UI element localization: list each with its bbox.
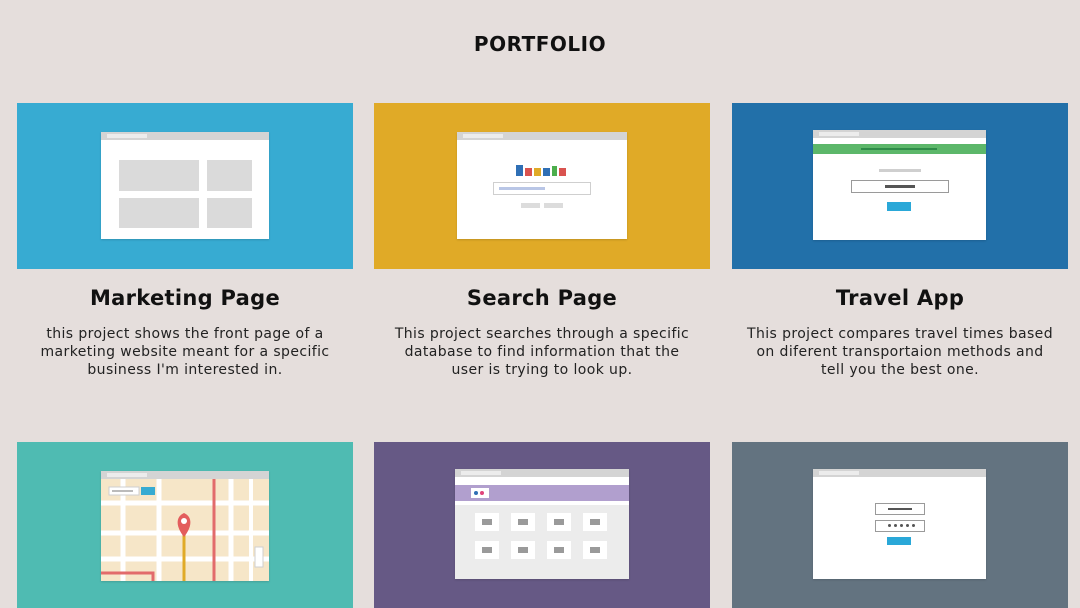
browser-window-illustration <box>457 132 627 239</box>
login-thumbnail[interactable] <box>732 442 1068 608</box>
project-description: this project shows the front page of a m… <box>40 326 330 378</box>
gallery-thumbnail[interactable] <box>374 442 710 608</box>
map-thumbnail[interactable] <box>17 442 353 608</box>
project-card-map[interactable] <box>17 442 353 608</box>
project-description: This project compares travel times based… <box>747 326 1053 378</box>
project-title[interactable]: Search Page <box>374 286 710 310</box>
project-card-search[interactable]: Search Page This project searches throug… <box>374 103 710 403</box>
map-illustration <box>101 479 269 581</box>
project-description: This project searches through a specific… <box>394 326 690 378</box>
travel-input-illustration <box>851 180 949 193</box>
project-title[interactable]: Marketing Page <box>17 286 353 310</box>
project-card-login[interactable] <box>732 442 1068 608</box>
browser-window-illustration <box>101 132 269 239</box>
browser-window-illustration <box>813 469 986 579</box>
search-field-illustration <box>493 182 591 195</box>
project-card-gallery[interactable] <box>374 442 710 608</box>
page-title: PORTFOLIO <box>473 32 607 56</box>
browser-window-illustration <box>813 130 986 240</box>
image-grid-illustration <box>455 505 629 579</box>
project-card-travel[interactable]: Travel App This project compares travel … <box>732 103 1068 403</box>
project-card-marketing[interactable]: Marketing Page this project shows the fr… <box>17 103 353 403</box>
marketing-thumbnail[interactable] <box>17 103 353 269</box>
browser-window-illustration <box>455 469 629 579</box>
search-thumbnail[interactable] <box>374 103 710 269</box>
password-field-illustration <box>875 520 925 532</box>
project-title[interactable]: Travel App <box>732 286 1068 310</box>
browser-window-illustration <box>101 471 269 581</box>
username-field-illustration <box>875 503 925 515</box>
travel-thumbnail[interactable] <box>732 103 1068 269</box>
